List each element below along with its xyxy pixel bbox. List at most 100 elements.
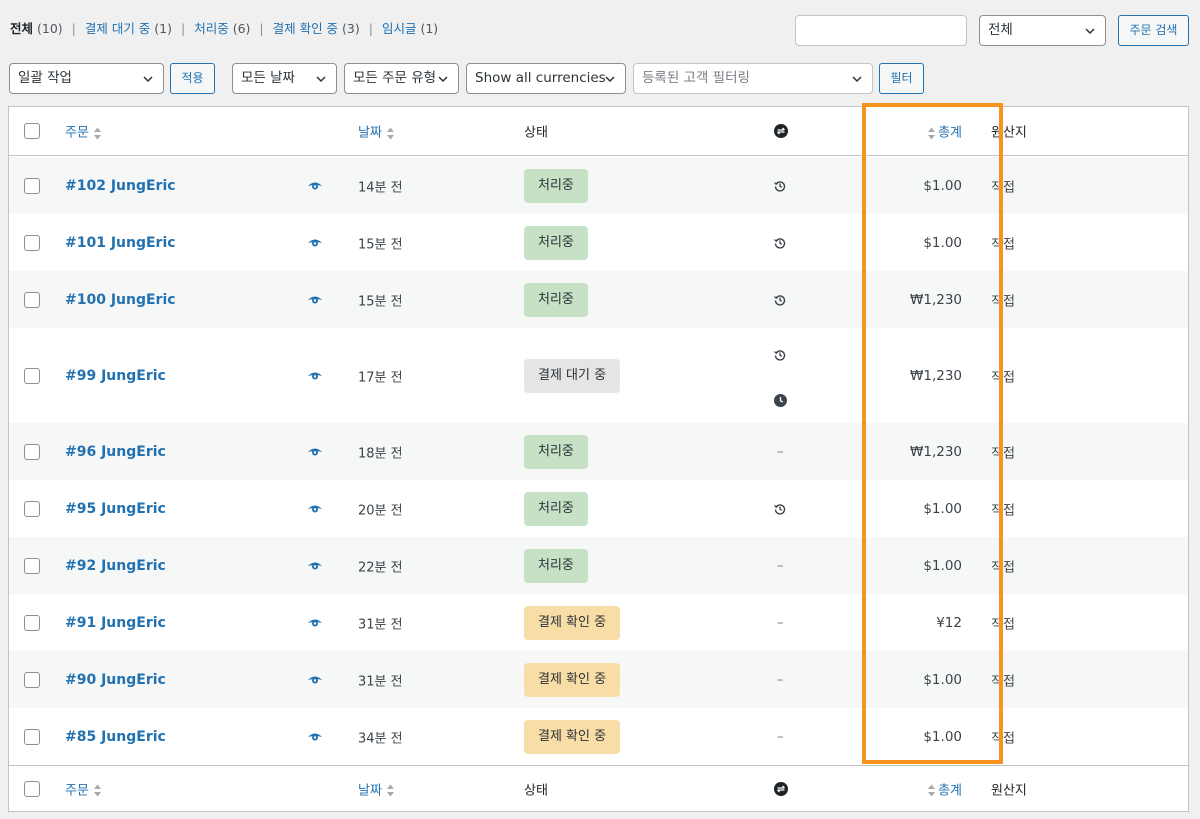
currency-filter-select[interactable]: Show all currencies bbox=[466, 63, 626, 94]
table-row[interactable]: #95 JungEric 20분 전 처리중 $1.00 직접 bbox=[9, 480, 1188, 537]
apply-button[interactable]: 적용 bbox=[170, 63, 215, 94]
sort-icon[interactable] bbox=[386, 784, 395, 798]
filter-draft-link[interactable]: 임시글 bbox=[382, 21, 417, 36]
column-total-label[interactable]: 총계 bbox=[938, 783, 962, 798]
history-icon[interactable] bbox=[774, 237, 786, 249]
order-link[interactable]: #92 JungEric bbox=[65, 558, 166, 574]
status-badge: 결제 확인 중 bbox=[524, 662, 621, 697]
sort-icon[interactable] bbox=[93, 784, 102, 798]
column-date-header[interactable]: 날짜 bbox=[358, 779, 395, 798]
order-link[interactable]: #101 JungEric bbox=[65, 235, 176, 251]
order-total: $1.00 bbox=[923, 728, 962, 745]
column-date-header[interactable]: 날짜 bbox=[358, 122, 395, 141]
eye-icon[interactable] bbox=[307, 294, 323, 306]
eye-icon[interactable] bbox=[307, 674, 323, 686]
column-order-header[interactable]: 주문 bbox=[65, 122, 102, 141]
empty-marker: – bbox=[777, 558, 784, 573]
table-row[interactable]: #96 JungEric 18분 전 처리중 – ₩1,230 직접 bbox=[9, 423, 1188, 480]
row-checkbox[interactable] bbox=[24, 291, 40, 308]
clock-icon[interactable] bbox=[774, 394, 787, 407]
history-icon[interactable] bbox=[774, 180, 786, 192]
filter-draft-count: (1) bbox=[420, 21, 439, 36]
sort-icon[interactable] bbox=[927, 784, 936, 798]
eye-icon[interactable] bbox=[307, 180, 323, 192]
eye-icon[interactable] bbox=[307, 503, 323, 515]
order-link[interactable]: #95 JungEric bbox=[65, 501, 166, 517]
eye-icon[interactable] bbox=[307, 370, 323, 382]
column-order-label[interactable]: 주문 bbox=[65, 783, 89, 798]
eye-icon[interactable] bbox=[307, 731, 323, 743]
eye-icon[interactable] bbox=[307, 446, 323, 458]
filter-processing-link[interactable]: 처리중 bbox=[194, 21, 229, 36]
bulk-action-select[interactable]: 일괄 작업 bbox=[9, 63, 164, 94]
row-checkbox[interactable] bbox=[24, 557, 40, 574]
order-origin: 직접 bbox=[991, 446, 1015, 461]
order-type-value: 모든 주문 유형 bbox=[353, 70, 437, 86]
eye-icon[interactable] bbox=[307, 237, 323, 249]
filter-separator: | bbox=[259, 21, 264, 36]
row-checkbox[interactable] bbox=[24, 500, 40, 517]
row-checkbox[interactable] bbox=[24, 443, 40, 460]
customer-filter-select[interactable]: 등록된 고객 필터링 bbox=[633, 63, 873, 94]
eye-icon[interactable] bbox=[307, 617, 323, 629]
column-order-label[interactable]: 주문 bbox=[65, 126, 89, 141]
status-badge: 처리중 bbox=[524, 434, 588, 469]
order-origin: 직접 bbox=[991, 560, 1015, 575]
filter-button[interactable]: 필터 bbox=[879, 63, 924, 94]
column-date-label[interactable]: 날짜 bbox=[358, 783, 382, 798]
column-status-header: 상태 bbox=[524, 125, 548, 141]
order-link[interactable]: #85 JungEric bbox=[65, 729, 166, 745]
sort-icon[interactable] bbox=[93, 126, 102, 140]
status-badge: 처리중 bbox=[524, 491, 588, 526]
eye-icon[interactable] bbox=[307, 560, 323, 572]
column-total-header[interactable]: 총계 bbox=[927, 122, 962, 141]
row-checkbox[interactable] bbox=[24, 614, 40, 631]
history-icon[interactable] bbox=[774, 349, 786, 361]
search-scope-value: 전체 bbox=[988, 22, 1013, 38]
row-checkbox[interactable] bbox=[24, 367, 40, 384]
order-type-select[interactable]: 모든 주문 유형 bbox=[344, 63, 459, 94]
select-all-checkbox[interactable] bbox=[24, 123, 40, 139]
order-link[interactable]: #100 JungEric bbox=[65, 292, 176, 308]
search-scope-select[interactable]: 전체 bbox=[979, 15, 1106, 46]
table-row[interactable]: #90 JungEric 31분 전 결제 확인 중 – $1.00 직접 bbox=[9, 651, 1188, 708]
order-link[interactable]: #102 JungEric bbox=[65, 178, 176, 194]
order-date: 15분 전 bbox=[358, 237, 403, 252]
column-total-label[interactable]: 총계 bbox=[938, 126, 962, 141]
search-orders-button[interactable]: 주문 검색 bbox=[1118, 15, 1189, 46]
order-search-input[interactable] bbox=[795, 15, 967, 46]
row-checkbox[interactable] bbox=[24, 234, 40, 251]
table-row[interactable]: #102 JungEric 14분 전 처리중 $1.00 직접 bbox=[9, 157, 1188, 214]
table-row[interactable]: #101 JungEric 15분 전 처리중 $1.00 직접 bbox=[9, 214, 1188, 271]
filter-pending-link[interactable]: 결제 대기 중 bbox=[85, 21, 150, 36]
filter-all-label[interactable]: 전체 bbox=[10, 21, 33, 36]
order-link[interactable]: #91 JungEric bbox=[65, 615, 166, 631]
empty-marker: – bbox=[777, 672, 784, 687]
order-total: ₩1,230 bbox=[910, 443, 962, 460]
history-icon[interactable] bbox=[774, 294, 786, 306]
table-row[interactable]: #99 JungEric 17분 전 결제 대기 중 ₩1,230 직접 bbox=[9, 328, 1188, 423]
empty-marker: – bbox=[777, 729, 784, 744]
column-total-header[interactable]: 총계 bbox=[927, 779, 962, 798]
order-link[interactable]: #96 JungEric bbox=[65, 444, 166, 460]
order-date: 34분 전 bbox=[358, 731, 403, 746]
date-filter-select[interactable]: 모든 날짜 bbox=[232, 63, 337, 94]
status-badge: 처리중 bbox=[524, 168, 588, 203]
select-all-checkbox[interactable] bbox=[24, 780, 40, 797]
sort-icon[interactable] bbox=[927, 126, 936, 140]
filter-on-hold-link[interactable]: 결제 확인 중 bbox=[273, 21, 338, 36]
table-row[interactable]: #100 JungEric 15분 전 처리중 ₩1,230 직접 bbox=[9, 271, 1188, 328]
table-row[interactable]: #92 JungEric 22분 전 처리중 – $1.00 직접 bbox=[9, 537, 1188, 594]
history-icon[interactable] bbox=[774, 503, 786, 515]
column-date-label[interactable]: 날짜 bbox=[358, 126, 382, 141]
row-checkbox[interactable] bbox=[24, 671, 40, 688]
filter-separator: | bbox=[181, 21, 186, 36]
column-order-header[interactable]: 주문 bbox=[65, 779, 102, 798]
order-link[interactable]: #99 JungEric bbox=[65, 368, 166, 384]
order-link[interactable]: #90 JungEric bbox=[65, 672, 166, 688]
sort-icon[interactable] bbox=[386, 126, 395, 140]
row-checkbox[interactable] bbox=[24, 177, 40, 194]
table-row[interactable]: #91 JungEric 31분 전 결제 확인 중 – ¥12 직접 bbox=[9, 594, 1188, 651]
table-row[interactable]: #85 JungEric 34분 전 결제 확인 중 – $1.00 직접 bbox=[9, 708, 1188, 765]
row-checkbox[interactable] bbox=[24, 728, 40, 745]
